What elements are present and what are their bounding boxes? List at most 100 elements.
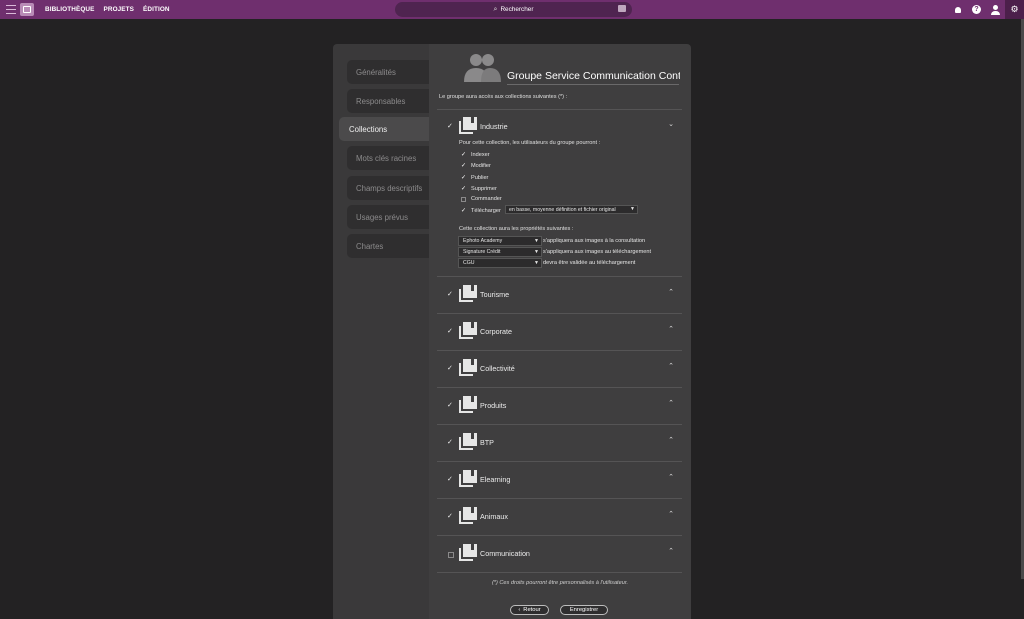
chevron-up-icon[interactable]: ⌃ xyxy=(668,436,674,444)
collection-name[interactable]: Industrie xyxy=(480,122,508,131)
sidebar-item-usages[interactable]: Usages prévus xyxy=(347,205,431,229)
permission-supprimer[interactable]: ✓ Supprimer xyxy=(461,185,497,193)
collection-name[interactable]: Corporate xyxy=(480,327,512,336)
chevron-left-icon: ‹ xyxy=(518,607,521,613)
check-icon[interactable]: ✓ xyxy=(447,290,453,298)
chevron-up-icon[interactable]: ⌃ xyxy=(668,288,674,296)
menu-icon[interactable] xyxy=(6,5,16,14)
search-placeholder: Rechercher xyxy=(500,6,534,13)
sidebar-item-chartes[interactable]: Chartes xyxy=(347,234,431,258)
user-icon[interactable] xyxy=(986,0,1005,19)
app-logo[interactable] xyxy=(20,3,34,16)
permission-label: Indexer xyxy=(471,151,490,158)
download-definition-select[interactable]: en basse, moyenne définition et fichier … xyxy=(505,205,638,214)
check-icon[interactable]: ✓ xyxy=(447,401,453,409)
chevron-up-icon[interactable]: ⌃ xyxy=(668,547,674,555)
collection-name[interactable]: Produits xyxy=(480,401,506,410)
collection-row: ✓ Collectivité ⌃ xyxy=(437,351,682,388)
save-button[interactable]: Enregistrer xyxy=(560,605,608,615)
permission-publier[interactable]: ✓ Publier xyxy=(461,174,489,182)
nav-edition[interactable]: ÉDITION xyxy=(143,6,170,13)
collections-panel: Groupe Service Communication Contrib Le … xyxy=(429,44,691,619)
search-icon: ⌕ xyxy=(493,5,498,13)
checkbox[interactable] xyxy=(448,552,454,558)
check-icon[interactable]: ✓ xyxy=(461,207,467,214)
check-icon[interactable]: ✓ xyxy=(461,151,467,158)
collection-name[interactable]: Tourisme xyxy=(480,290,509,299)
chevron-down-icon[interactable]: ⌄ xyxy=(668,120,674,128)
check-icon[interactable]: ✓ xyxy=(461,185,467,192)
check-icon[interactable]: ✓ xyxy=(447,475,453,483)
chevron-up-icon[interactable]: ⌃ xyxy=(668,473,674,481)
collection-icon xyxy=(459,470,477,487)
check-icon[interactable]: ✓ xyxy=(447,327,453,335)
permission-label: Publier xyxy=(471,174,489,181)
chevron-down-icon: ▼ xyxy=(534,249,539,255)
permission-telecharger[interactable]: ✓ Télécharger xyxy=(461,207,501,215)
sidebar-item-collections[interactable]: Collections xyxy=(339,117,431,141)
collection-icon xyxy=(459,117,477,134)
collection-name[interactable]: Collectivité xyxy=(480,364,515,373)
permission-label: Télécharger xyxy=(471,207,501,214)
collection-name[interactable]: Elearning xyxy=(480,475,510,484)
select-value: Ephoto Academy xyxy=(463,238,503,244)
search-bar[interactable]: ⌕ Rechercher xyxy=(395,2,632,17)
top-bar: BIBLIOTHÈQUE PROJETS ÉDITION ⌕ Recherche… xyxy=(0,0,1024,19)
chevron-down-icon: ▼ xyxy=(630,206,635,212)
sidebar-item-generalites[interactable]: Généralités xyxy=(347,60,431,84)
settings-sidebar: Généralités Responsables Collections Mot… xyxy=(333,44,438,619)
footnote: (*) Ces droits pourront être personnalis… xyxy=(491,580,629,586)
check-icon[interactable]: ✓ xyxy=(447,438,453,446)
collection-icon xyxy=(459,396,477,413)
property-text: s'appliquera aux images au téléchargemen… xyxy=(543,249,652,255)
permission-modifier[interactable]: ✓ Modifier xyxy=(461,162,491,170)
group-title: Groupe Service Communication Contrib xyxy=(507,70,680,82)
back-button[interactable]: ‹ Retour xyxy=(510,605,549,615)
bell-icon[interactable] xyxy=(948,0,967,19)
top-nav: BIBLIOTHÈQUE PROJETS ÉDITION xyxy=(45,0,170,19)
property-select[interactable]: Ephoto Academy ▼ xyxy=(458,236,542,246)
check-icon[interactable]: ✓ xyxy=(461,174,467,181)
collection-row: ✓ Animaux ⌃ xyxy=(437,499,682,536)
divider xyxy=(507,84,679,85)
nav-bibliotheque[interactable]: BIBLIOTHÈQUE xyxy=(45,6,95,13)
collection-name[interactable]: Animaux xyxy=(480,512,508,521)
check-icon[interactable]: ✓ xyxy=(447,122,453,130)
property-select[interactable]: Signature Crédit ▼ xyxy=(458,247,542,257)
collection-row: ✓ Produits ⌃ xyxy=(437,388,682,425)
permission-label: Modifier xyxy=(471,162,491,169)
collection-row: Communication ⌃ xyxy=(437,536,682,573)
permission-indexer[interactable]: ✓ Indexer xyxy=(461,151,490,159)
check-icon[interactable]: ✓ xyxy=(447,364,453,372)
gear-icon[interactable]: ⚙ xyxy=(1005,0,1024,19)
chevron-up-icon[interactable]: ⌃ xyxy=(668,325,674,333)
check-icon[interactable]: ✓ xyxy=(461,162,467,169)
sidebar-item-champs[interactable]: Champs descriptifs xyxy=(347,176,431,200)
chevron-down-icon: ▼ xyxy=(534,260,539,266)
collection-icon xyxy=(459,359,477,376)
checkbox[interactable] xyxy=(461,196,466,202)
chevron-up-icon[interactable]: ⌃ xyxy=(668,399,674,407)
nav-projets[interactable]: PROJETS xyxy=(104,6,135,13)
collection-icon xyxy=(459,285,477,302)
permission-label: Commander xyxy=(471,196,502,202)
collection-icon xyxy=(459,322,477,339)
camera-icon[interactable] xyxy=(618,5,626,12)
collection-name[interactable]: Communication xyxy=(480,549,530,558)
collection-row: ✓ BTP ⌃ xyxy=(437,425,682,462)
collection-name[interactable]: BTP xyxy=(480,438,494,447)
property-select[interactable]: CGU ▼ xyxy=(458,258,542,268)
collection-row: ✓ Elearning ⌃ xyxy=(437,462,682,499)
sidebar-item-mots-cles[interactable]: Mots clés racines xyxy=(347,146,431,170)
permission-commander[interactable]: Commander xyxy=(461,196,502,202)
help-icon[interactable]: ? xyxy=(967,0,986,19)
sidebar-item-responsables[interactable]: Responsables xyxy=(347,89,431,113)
collection-icon xyxy=(459,507,477,524)
chevron-up-icon[interactable]: ⌃ xyxy=(668,510,674,518)
check-icon[interactable]: ✓ xyxy=(447,512,453,520)
collection-row: ✓ Corporate ⌃ xyxy=(437,314,682,351)
collection-icon xyxy=(459,544,477,561)
select-value: CGU xyxy=(463,260,475,266)
chevron-up-icon[interactable]: ⌃ xyxy=(668,362,674,370)
back-label: Retour xyxy=(523,607,541,613)
